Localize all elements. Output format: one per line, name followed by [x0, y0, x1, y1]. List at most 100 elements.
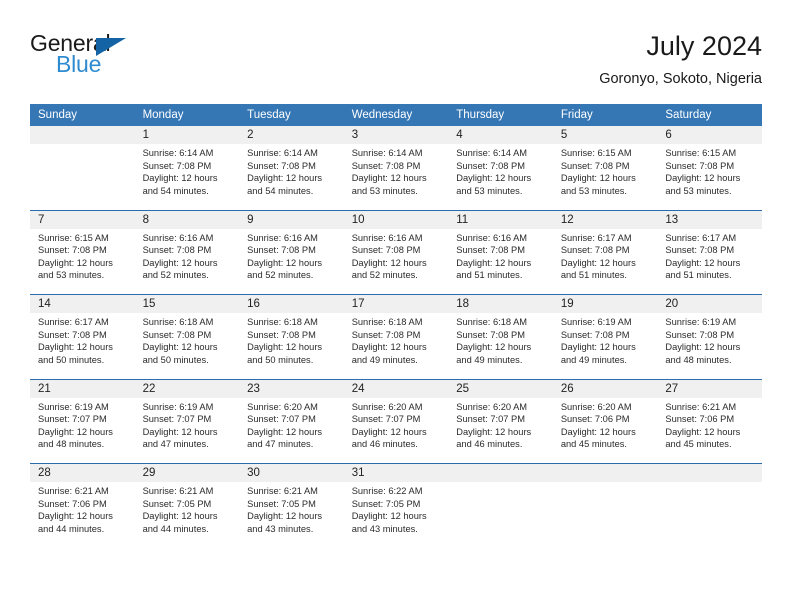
- day-cell[interactable]: Sunrise: 6:17 AM Sunset: 7:08 PM Daylight:…: [30, 313, 135, 379]
- day-number[interactable]: 1: [134, 126, 240, 144]
- day-cell[interactable]: Sunrise: 6:19 AM Sunset: 7:08 PM Daylight:…: [552, 313, 658, 379]
- day-number[interactable]: 22: [134, 378, 240, 398]
- day-number[interactable]: 7: [30, 209, 135, 229]
- day-cell[interactable]: Sunrise: 6:21 AM Sunset: 7:05 PM Daylight:…: [239, 482, 344, 554]
- day-cell[interactable]: Sunrise: 6:20 AM Sunset: 7:07 PM Daylight:…: [239, 397, 344, 464]
- sunset-text: Sunset: 7:07 PM: [247, 414, 316, 425]
- day-cell[interactable]: Sunrise: 6:17 AM Sunset: 7:08 PM Daylight:…: [552, 228, 658, 295]
- calendar-page: General Blue July 2024 Goronyo, Sokoto, …: [0, 0, 792, 612]
- day-cell[interactable]: Sunrise: 6:20 AM Sunset: 7:07 PM Daylight:…: [343, 397, 449, 464]
- day-number[interactable]: 24: [343, 378, 449, 398]
- day-cell[interactable]: Sunrise: 6:20 AM Sunset: 7:06 PM Daylight:…: [552, 397, 658, 464]
- day-number[interactable]: 23: [239, 378, 344, 398]
- week-info-row: Sunrise: 6:19 AM Sunset: 7:07 PM Daylight:…: [30, 397, 762, 464]
- day-cell[interactable]: Sunrise: 6:15 AM Sunset: 7:08 PM Daylight:…: [657, 144, 762, 210]
- daylight-text-line2: and 46 minutes.: [456, 439, 523, 450]
- sunrise-text: Sunrise: 6:17 AM: [665, 232, 737, 243]
- day-cell[interactable]: Sunrise: 6:18 AM Sunset: 7:08 PM Daylight:…: [448, 313, 553, 379]
- sunset-text: Sunset: 7:07 PM: [142, 414, 212, 425]
- sunrise-text: Sunrise: 6:20 AM: [247, 401, 318, 412]
- brand-logo[interactable]: General Blue: [30, 28, 190, 86]
- daylight-text-line2: and 43 minutes.: [247, 523, 314, 534]
- weekday-header-sunday: Sunday: [30, 104, 135, 126]
- week-info-row: Sunrise: 6:14 AM Sunset: 7:08 PM Daylight:…: [30, 144, 762, 210]
- sunrise-text: Sunrise: 6:19 AM: [38, 401, 109, 412]
- sunset-text: Sunset: 7:08 PM: [351, 245, 421, 256]
- day-number[interactable]: 6: [657, 126, 762, 144]
- day-number[interactable]: 5: [552, 126, 658, 144]
- day-number[interactable]: 17: [343, 294, 449, 313]
- day-cell[interactable]: Sunrise: 6:16 AM Sunset: 7:08 PM Daylight:…: [448, 228, 553, 295]
- day-number[interactable]: 11: [448, 209, 553, 229]
- daylight-text-line1: Daylight: 12 hours: [38, 426, 113, 437]
- day-cell[interactable]: Sunrise: 6:16 AM Sunset: 7:08 PM Daylight:…: [134, 228, 240, 295]
- day-cell[interactable]: Sunrise: 6:21 AM Sunset: 7:05 PM Daylight:…: [134, 482, 240, 554]
- day-cell[interactable]: Sunrise: 6:21 AM Sunset: 7:06 PM Daylight:…: [30, 482, 135, 554]
- day-number[interactable]: 15: [134, 294, 240, 313]
- day-number[interactable]: 13: [657, 209, 762, 229]
- sunrise-text: Sunrise: 6:15 AM: [665, 148, 737, 158]
- day-cell[interactable]: Sunrise: 6:16 AM Sunset: 7:08 PM Daylight:…: [239, 228, 344, 295]
- sunrise-text: Sunrise: 6:21 AM: [247, 486, 318, 496]
- sunrise-text: Sunrise: 6:18 AM: [142, 317, 214, 327]
- day-cell[interactable]: Sunrise: 6:18 AM Sunset: 7:08 PM Daylight:…: [343, 313, 449, 379]
- day-number[interactable]: 21: [30, 378, 135, 398]
- sunrise-text: Sunrise: 6:19 AM: [560, 317, 632, 327]
- daylight-text-line1: Daylight: 12 hours: [456, 173, 532, 184]
- day-cell[interactable]: Sunrise: 6:14 AM Sunset: 7:08 PM Daylight:…: [239, 144, 344, 210]
- sunset-text: Sunset: 7:08 PM: [456, 329, 525, 340]
- sunset-text: Sunset: 7:07 PM: [456, 414, 525, 425]
- page-title: July 2024: [646, 31, 762, 61]
- day-number[interactable]: 8: [134, 209, 240, 229]
- day-number[interactable]: 3: [343, 126, 449, 144]
- day-cell[interactable]: Sunrise: 6:18 AM Sunset: 7:08 PM Daylight:…: [134, 313, 240, 379]
- day-number-empty: [448, 463, 553, 482]
- day-cell[interactable]: Sunrise: 6:15 AM Sunset: 7:08 PM Daylight:…: [552, 144, 658, 210]
- day-number[interactable]: 14: [30, 294, 135, 313]
- day-number[interactable]: 4: [448, 126, 553, 144]
- week-info-row: Sunrise: 6:17 AM Sunset: 7:08 PM Daylight:…: [30, 313, 762, 379]
- sunset-text: Sunset: 7:08 PM: [665, 160, 735, 171]
- day-number[interactable]: 12: [552, 209, 658, 229]
- daylight-text-line1: Daylight: 12 hours: [456, 426, 532, 437]
- day-number[interactable]: 25: [448, 378, 553, 398]
- day-number[interactable]: 29: [134, 463, 240, 482]
- daylight-text-line1: Daylight: 12 hours: [142, 342, 218, 353]
- day-cell[interactable]: Sunrise: 6:17 AM Sunset: 7:08 PM Daylight:…: [657, 228, 762, 295]
- day-cell[interactable]: Sunrise: 6:16 AM Sunset: 7:08 PM Daylight:…: [343, 228, 449, 295]
- day-number[interactable]: 26: [552, 378, 658, 398]
- day-cell[interactable]: Sunrise: 6:18 AM Sunset: 7:08 PM Daylight:…: [239, 313, 344, 379]
- day-number[interactable]: 16: [239, 294, 344, 313]
- day-cell[interactable]: Sunrise: 6:21 AM Sunset: 7:06 PM Daylight:…: [657, 397, 762, 464]
- daylight-text-line2: and 52 minutes.: [351, 270, 418, 281]
- day-number[interactable]: 30: [239, 463, 344, 482]
- day-number[interactable]: 28: [30, 463, 135, 482]
- daylight-text-line2: and 52 minutes.: [142, 270, 209, 281]
- daylight-text-line2: and 44 minutes.: [38, 523, 105, 534]
- day-number[interactable]: 27: [657, 378, 762, 398]
- day-number[interactable]: 31: [343, 463, 449, 482]
- day-number[interactable]: 18: [448, 294, 553, 313]
- day-cell[interactable]: Sunrise: 6:20 AM Sunset: 7:07 PM Daylight:…: [448, 397, 553, 464]
- day-number[interactable]: 10: [343, 209, 449, 229]
- daylight-text-line2: and 45 minutes.: [560, 439, 627, 450]
- day-number[interactable]: 2: [239, 126, 344, 144]
- day-cell[interactable]: Sunrise: 6:14 AM Sunset: 7:08 PM Daylight:…: [343, 144, 449, 210]
- daylight-text-line1: Daylight: 12 hours: [456, 342, 532, 353]
- day-cell[interactable]: Sunrise: 6:15 AM Sunset: 7:08 PM Daylight:…: [30, 228, 135, 295]
- day-cell[interactable]: Sunrise: 6:14 AM Sunset: 7:08 PM Daylight:…: [448, 144, 553, 210]
- day-cell[interactable]: Sunrise: 6:14 AM Sunset: 7:08 PM Daylight:…: [134, 144, 240, 210]
- calendar-table: Sunday Monday Tuesday Wednesday Thursday…: [30, 104, 762, 554]
- day-cell[interactable]: Sunrise: 6:19 AM Sunset: 7:07 PM Daylight:…: [134, 397, 240, 464]
- day-cell[interactable]: Sunrise: 6:19 AM Sunset: 7:08 PM Daylight:…: [657, 313, 762, 379]
- sunset-text: Sunset: 7:06 PM: [38, 498, 107, 509]
- daylight-text-line1: Daylight: 12 hours: [38, 342, 113, 353]
- sunrise-text: Sunrise: 6:14 AM: [456, 148, 528, 158]
- day-cell[interactable]: Sunrise: 6:22 AM Sunset: 7:05 PM Daylight:…: [343, 482, 449, 554]
- day-cell[interactable]: Sunrise: 6:19 AM Sunset: 7:07 PM Daylight:…: [30, 397, 135, 464]
- day-number[interactable]: 20: [657, 294, 762, 313]
- day-number[interactable]: 9: [239, 209, 344, 229]
- sunrise-text: Sunrise: 6:20 AM: [351, 401, 423, 412]
- daylight-text-line2: and 44 minutes.: [142, 523, 209, 534]
- day-number[interactable]: 19: [552, 294, 658, 313]
